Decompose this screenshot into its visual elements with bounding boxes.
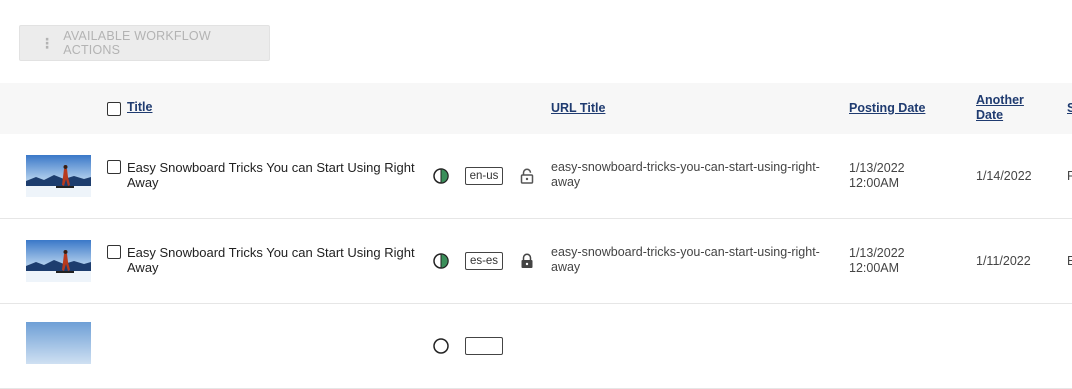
row-posting-date-line1: 1/13/2022 — [849, 161, 905, 175]
workflow-status-half-icon — [433, 253, 449, 269]
select-all-checkbox[interactable] — [107, 102, 121, 116]
workflow-actions-button[interactable]: ⋮ AVAILABLE WORKFLOW ACTIONS — [19, 25, 270, 61]
workflow-status-half-icon — [433, 168, 449, 184]
toolbar: ⋮ AVAILABLE WORKFLOW ACTIONS — [19, 25, 270, 61]
row-url-line1: easy-snowboard-tricks-you-can-start-usin… — [551, 160, 820, 174]
locale-badge: es-es — [465, 252, 503, 270]
row-url-line1: easy-snowboard-tricks-you-can-start-usin… — [551, 245, 820, 259]
row-posting-date-line2: 12:00AM — [849, 176, 900, 190]
thumbnail-image[interactable] — [26, 322, 91, 364]
column-header-title[interactable]: Title — [127, 100, 152, 115]
row-posting-date-line1: 1/13/2022 — [849, 246, 905, 260]
table-row[interactable] — [0, 304, 1072, 389]
locale-badge — [465, 337, 503, 355]
column-header-another-date[interactable]: Another Date — [976, 93, 1024, 123]
thumbnail-image[interactable] — [26, 240, 91, 282]
row-another-date: 1/14/2022 — [976, 169, 1032, 183]
row-posting-date-line2: 12:00AM — [849, 261, 900, 275]
row-title-line2: Away — [127, 175, 159, 190]
lock-icon[interactable] — [520, 253, 534, 269]
another-date-line2: Date — [976, 108, 1004, 122]
row-posting-date: 1/13/2022 12:00AM — [849, 161, 939, 191]
unlock-icon[interactable] — [520, 168, 534, 184]
row-url-title: easy-snowboard-tricks-you-can-start-usin… — [551, 160, 841, 190]
table-row[interactable]: Easy Snowboard Tricks You can Start Usin… — [0, 219, 1072, 304]
row-title-line1: Easy Snowboard Tricks You can Start Usin… — [127, 245, 415, 260]
workflow-actions-label: AVAILABLE WORKFLOW ACTIONS — [63, 29, 211, 57]
thumbnail-image[interactable] — [26, 155, 91, 197]
row-url-title: easy-snowboard-tricks-you-can-start-usin… — [551, 245, 841, 275]
another-date-line1: Another — [976, 93, 1024, 107]
row-checkbox[interactable] — [107, 245, 121, 259]
row-status: P — [1067, 169, 1072, 183]
row-posting-date: 1/13/2022 12:00AM — [849, 246, 939, 276]
row-title[interactable]: Easy Snowboard Tricks You can Start Usin… — [127, 160, 422, 190]
column-header-url-title[interactable]: URL Title — [551, 101, 605, 116]
row-status: E — [1067, 254, 1072, 268]
table-row[interactable]: Easy Snowboard Tricks You can Start Usin… — [0, 134, 1072, 219]
column-header-posting-date[interactable]: Posting Date — [849, 101, 925, 116]
row-title-line2: Away — [127, 260, 159, 275]
row-url-line2: away — [551, 175, 581, 189]
row-checkbox[interactable] — [107, 160, 121, 174]
workflow-status-half-icon — [433, 338, 449, 354]
row-url-line2: away — [551, 260, 581, 274]
locale-badge: en-us — [465, 167, 503, 185]
table-header: Title URL Title Posting Date Another Dat… — [0, 83, 1072, 135]
row-title[interactable]: Easy Snowboard Tricks You can Start Usin… — [127, 245, 422, 275]
row-another-date: 1/11/2022 — [976, 254, 1031, 268]
column-header-status[interactable]: S — [1067, 101, 1072, 116]
vertical-ellipsis-icon: ⋮ — [40, 35, 55, 51]
row-title-line1: Easy Snowboard Tricks You can Start Usin… — [127, 160, 415, 175]
